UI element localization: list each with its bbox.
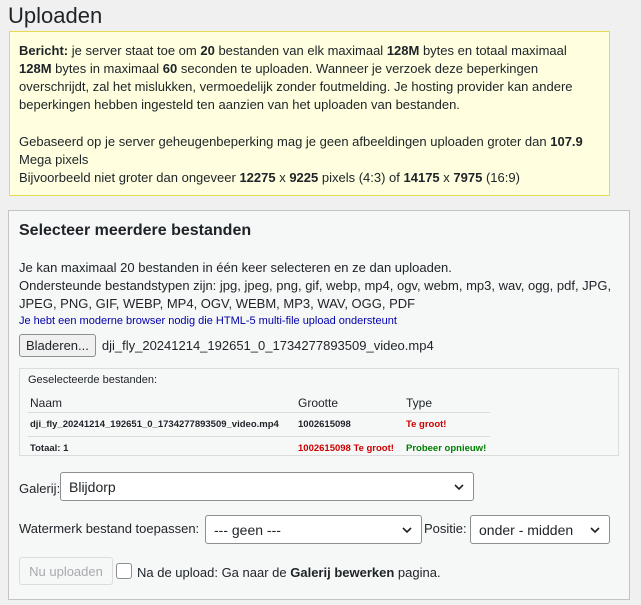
notice-limits-paragraph: Bericht: je server staat toe om 20 besta…: [19, 42, 600, 114]
watermark-label: Watermerk bestand toepassen:: [19, 521, 200, 536]
notice-limits-paragraph-run-5: bytes en totaal maximaal: [419, 43, 567, 58]
notice-megapixel-paragraph-run-0: Gebaseerd op je server geheugenbeperking…: [19, 134, 551, 149]
browse-button[interactable]: Bladeren...: [19, 333, 96, 357]
column-header-type: Type: [406, 396, 433, 410]
file-input: Bladeren... dji_fly_20241214_192651_0_17…: [19, 333, 434, 357]
watermark-selected-value: --- geen ---: [214, 521, 281, 538]
notice-example-paragraph-run-2: x: [275, 170, 290, 185]
notice-example-paragraph: Bijvoorbeeld niet groter dan ongeveer 12…: [19, 169, 600, 187]
browser-requirement-note: Je hebt een moderne browser nodig die HT…: [19, 315, 397, 327]
notice-example-paragraph-run-8: (16:9): [482, 170, 520, 185]
notice-example-paragraph-run-4: pixels (4:3) of: [318, 170, 404, 185]
position-selected-value: onder - midden: [479, 521, 574, 538]
gallery-select[interactable]: Blijdorp: [60, 472, 474, 501]
after-upload-link-text: Galerij bewerken: [290, 565, 395, 580]
supported-types-text: Ondersteunde bestandstypen zijn: jpg, jp…: [19, 278, 612, 311]
notice-limits-paragraph-run-0: Bericht:: [19, 43, 69, 58]
column-header-name: Naam: [30, 396, 63, 410]
notice-example-paragraph-run-6: x: [439, 170, 454, 185]
after-upload-suffix: pagina.: [394, 565, 441, 580]
header-divider: [28, 412, 490, 413]
page-title: Uploaden: [8, 3, 103, 28]
notice-megapixel-paragraph: Gebaseerd op je server geheugenbeperking…: [19, 133, 600, 169]
panel-description: Je kan maximaal 20 bestanden in één keer…: [19, 259, 619, 313]
notice-limits-paragraph-run-4: 128M: [386, 43, 420, 58]
watermark-select[interactable]: --- geen ---: [205, 515, 422, 544]
file-row-name: dji_fly_20241214_192651_0_1734277893509_…: [30, 419, 279, 430]
total-size: 1002615098 Te groot!: [298, 443, 394, 454]
selected-files-title: Geselecteerde bestanden:: [28, 374, 158, 386]
notice-limits-paragraph-run-2: 20: [200, 43, 215, 58]
panel-title: Selecteer meerdere bestanden: [19, 222, 252, 239]
selected-files-box: Geselecteerde bestanden: Naam Grootte Ty…: [19, 368, 619, 456]
position-select[interactable]: onder - midden: [470, 515, 610, 544]
upload-limits-notice: Bericht: je server staat toe om 20 besta…: [9, 31, 610, 196]
column-header-size: Grootte: [298, 396, 339, 410]
notice-example-paragraph-run-1: 12275: [239, 170, 276, 185]
notice-limits-paragraph-run-6: 128M: [19, 61, 52, 76]
file-row-size: 1002615098: [298, 419, 351, 430]
notice-limits-paragraph-run-1: je server staat toe om: [68, 43, 201, 58]
row-divider: [28, 436, 490, 437]
max-files-text: Je kan maximaal 20 bestanden in één keer…: [19, 260, 452, 275]
total-label: Totaal: 1: [30, 443, 69, 454]
notice-example-paragraph-run-0: Bijvoorbeeld niet groter dan ongeveer: [19, 170, 240, 185]
gallery-selected-value: Blijdorp: [69, 478, 116, 495]
notice-megapixel-paragraph-run-2: Mega pixels: [19, 152, 89, 167]
notice-limits-paragraph-run-3: bestanden van elk maximaal: [214, 43, 387, 58]
go-to-edit-gallery-checkbox[interactable]: [116, 563, 132, 579]
notice-example-paragraph-run-5: 14175: [403, 170, 440, 185]
multi-upload-panel: Selecteer meerdere bestanden Je kan maxi…: [8, 210, 630, 600]
notice-limits-paragraph-run-7: bytes in maximaal: [51, 61, 163, 76]
gallery-label: Galerij:: [19, 481, 61, 496]
chevron-down-icon: [402, 527, 412, 534]
chevron-down-icon: [590, 527, 600, 534]
notice-limits-paragraph-run-8: 60: [162, 61, 178, 76]
after-upload-prefix: Na de upload: Ga naar de: [137, 565, 291, 580]
notice-example-paragraph-run-7: 7975: [453, 170, 483, 185]
after-upload-label: Na de upload: Ga naar de Galerij bewerke…: [137, 565, 441, 580]
notice-megapixel-paragraph-run-1: 107.9: [550, 134, 583, 149]
total-status: Probeer opnieuw!: [406, 443, 487, 454]
position-label: Positie:: [424, 521, 467, 536]
notice-example-paragraph-run-3: 9225: [289, 170, 319, 185]
chosen-file-name: dji_fly_20241214_192651_0_1734277893509_…: [101, 337, 434, 353]
file-row-type: Te groot!: [406, 419, 447, 430]
chevron-down-icon: [454, 484, 464, 491]
upload-now-button[interactable]: Nu uploaden: [19, 557, 113, 585]
